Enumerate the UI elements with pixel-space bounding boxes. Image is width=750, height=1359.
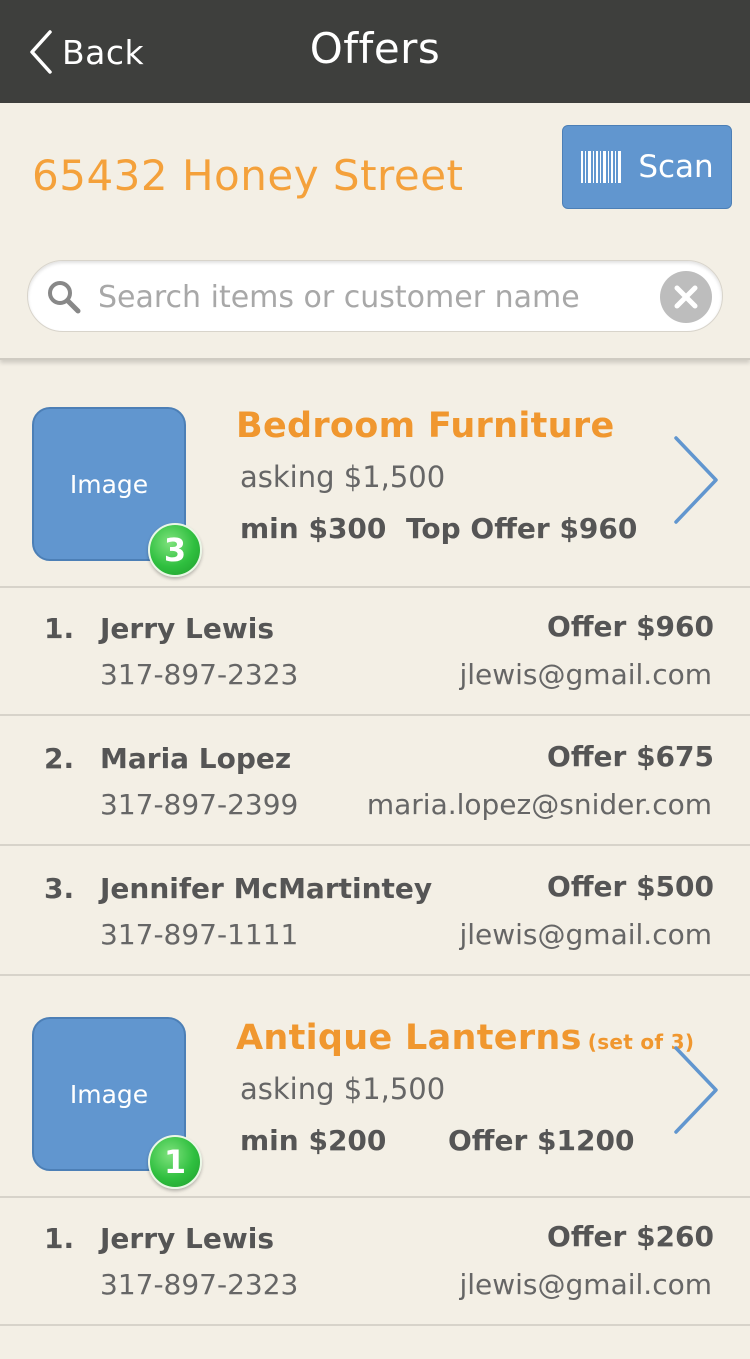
top-offer: Top Offer $960 xyxy=(406,512,638,545)
offer-count-badge: 1 xyxy=(148,1135,202,1189)
customer-name: Maria Lopez xyxy=(100,742,292,775)
scan-label: Scan xyxy=(638,149,714,185)
item-title: Bedroom Furniture xyxy=(236,406,620,446)
customer-phone: 317-897-2399 xyxy=(100,788,299,821)
header-section: 65432 Honey Street Scan xyxy=(0,103,750,360)
customer-email: maria.lopez@snider.com xyxy=(366,788,712,821)
offer-row[interactable]: 2. Maria Lopez 317-897-2399 Offer $675 m… xyxy=(0,718,750,846)
search-icon xyxy=(48,281,81,314)
offer-rank: 1. xyxy=(44,1222,75,1255)
offer-rank: 2. xyxy=(44,742,75,775)
search-input[interactable] xyxy=(96,269,660,325)
asking-price: asking $1,500 xyxy=(240,1072,446,1106)
customer-phone: 317-897-2323 xyxy=(100,1268,299,1301)
customer-name: Jerry Lewis xyxy=(100,1222,274,1255)
offer-amount: Offer $260 xyxy=(547,1220,714,1253)
nav-bar: Back Offers xyxy=(0,0,750,103)
clear-search-button[interactable] xyxy=(660,271,712,323)
chevron-right-icon[interactable] xyxy=(668,1044,724,1136)
offer-row[interactable]: 3. Jennifer McMartintey 317-897-1111 Off… xyxy=(0,848,750,976)
offer-summary: Offer $1200 xyxy=(448,1124,635,1157)
address-title: 65432 Honey Street xyxy=(32,151,464,200)
customer-phone: 317-897-1111 xyxy=(100,918,299,951)
chevron-right-icon[interactable] xyxy=(668,434,724,526)
customer-email: jlewis@gmail.com xyxy=(459,658,712,691)
offer-rank: 3. xyxy=(44,872,75,905)
barcode-icon xyxy=(581,151,622,183)
offer-amount: Offer $960 xyxy=(547,610,714,643)
asking-price: asking $1,500 xyxy=(240,460,446,494)
min-price: min $200 xyxy=(240,1124,387,1157)
offer-row[interactable]: 1. Jerry Lewis 317-897-2323 Offer $960 j… xyxy=(0,588,750,716)
item-title-text: Bedroom Furniture xyxy=(236,406,615,446)
offer-amount: Offer $500 xyxy=(547,870,714,903)
customer-phone: 317-897-2323 xyxy=(100,658,299,691)
scan-button[interactable]: Scan xyxy=(562,125,732,209)
customer-email: jlewis@gmail.com xyxy=(459,918,712,951)
customer-name: Jerry Lewis xyxy=(100,612,274,645)
close-icon xyxy=(674,285,698,309)
customer-email: jlewis@gmail.com xyxy=(459,1268,712,1301)
item-title-text: Antique Lanterns xyxy=(236,1018,582,1058)
item-title: Antique Lanterns (set of 3) xyxy=(236,1018,694,1058)
customer-name: Jennifer McMartintey xyxy=(100,872,433,905)
offer-rank: 1. xyxy=(44,612,75,645)
search-bar xyxy=(27,260,723,332)
min-price: min $300 xyxy=(240,512,387,545)
item-card[interactable]: Image 3 Bedroom Furniture asking $1,500 … xyxy=(0,358,750,588)
item-card[interactable]: Image 1 Antique Lanterns (set of 3) askin… xyxy=(0,976,750,1198)
offer-row[interactable]: 1. Jerry Lewis 317-897-2323 Offer $260 j… xyxy=(0,1198,750,1326)
page-title: Offers xyxy=(309,24,441,73)
offer-amount: Offer $675 xyxy=(547,740,714,773)
offer-count-badge: 3 xyxy=(148,523,202,577)
